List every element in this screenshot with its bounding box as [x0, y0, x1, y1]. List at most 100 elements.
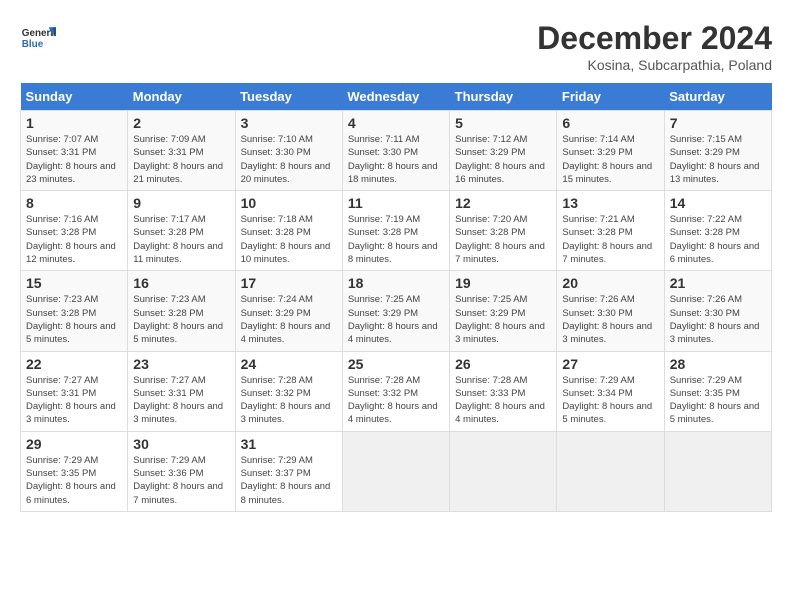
day-info: Sunrise: 7:25 AMSunset: 3:29 PMDaylight:…: [455, 293, 551, 346]
day-info: Sunrise: 7:12 AMSunset: 3:29 PMDaylight:…: [455, 133, 551, 186]
calendar-cell: 18 Sunrise: 7:25 AMSunset: 3:29 PMDayligh…: [342, 271, 449, 351]
day-number: 15: [26, 275, 122, 291]
day-number: 28: [670, 356, 766, 372]
header-row: SundayMondayTuesdayWednesdayThursdayFrid…: [21, 83, 772, 111]
calendar-week-1: 1 Sunrise: 7:07 AMSunset: 3:31 PMDaylight…: [21, 111, 772, 191]
calendar-cell: 25 Sunrise: 7:28 AMSunset: 3:32 PMDayligh…: [342, 351, 449, 431]
calendar-cell: [450, 431, 557, 511]
day-info: Sunrise: 7:09 AMSunset: 3:31 PMDaylight:…: [133, 133, 229, 186]
day-number: 27: [562, 356, 658, 372]
day-number: 22: [26, 356, 122, 372]
day-info: Sunrise: 7:28 AMSunset: 3:33 PMDaylight:…: [455, 374, 551, 427]
day-info: Sunrise: 7:14 AMSunset: 3:29 PMDaylight:…: [562, 133, 658, 186]
day-info: Sunrise: 7:29 AMSunset: 3:34 PMDaylight:…: [562, 374, 658, 427]
day-info: Sunrise: 7:26 AMSunset: 3:30 PMDaylight:…: [562, 293, 658, 346]
day-number: 10: [241, 195, 337, 211]
calendar-cell: 17 Sunrise: 7:24 AMSunset: 3:29 PMDayligh…: [235, 271, 342, 351]
header-day-monday: Monday: [128, 83, 235, 111]
calendar-cell: 16 Sunrise: 7:23 AMSunset: 3:28 PMDayligh…: [128, 271, 235, 351]
calendar-body: 1 Sunrise: 7:07 AMSunset: 3:31 PMDaylight…: [21, 111, 772, 512]
calendar-cell: 26Sunrise: 7:28 AMSunset: 3:33 PMDayligh…: [450, 351, 557, 431]
day-number: 8: [26, 195, 122, 211]
calendar-cell: 21Sunrise: 7:26 AMSunset: 3:30 PMDayligh…: [664, 271, 771, 351]
calendar-header: SundayMondayTuesdayWednesdayThursdayFrid…: [21, 83, 772, 111]
day-info: Sunrise: 7:19 AMSunset: 3:28 PMDaylight:…: [348, 213, 444, 266]
header-day-wednesday: Wednesday: [342, 83, 449, 111]
header-day-sunday: Sunday: [21, 83, 128, 111]
calendar-cell: 4 Sunrise: 7:11 AMSunset: 3:30 PMDaylight…: [342, 111, 449, 191]
calendar-cell: 3 Sunrise: 7:10 AMSunset: 3:30 PMDaylight…: [235, 111, 342, 191]
day-info: Sunrise: 7:11 AMSunset: 3:30 PMDaylight:…: [348, 133, 444, 186]
header-day-saturday: Saturday: [664, 83, 771, 111]
logo: General Blue: [20, 20, 56, 56]
month-title: December 2024: [537, 20, 772, 57]
calendar-week-2: 8 Sunrise: 7:16 AMSunset: 3:28 PMDaylight…: [21, 191, 772, 271]
calendar-cell: 30Sunrise: 7:29 AMSunset: 3:36 PMDayligh…: [128, 431, 235, 511]
calendar-table: SundayMondayTuesdayWednesdayThursdayFrid…: [20, 83, 772, 512]
page-header: General Blue December 2024 Kosina, Subca…: [20, 20, 772, 73]
calendar-cell: 6 Sunrise: 7:14 AMSunset: 3:29 PMDaylight…: [557, 111, 664, 191]
title-block: December 2024 Kosina, Subcarpathia, Pola…: [537, 20, 772, 73]
day-info: Sunrise: 7:16 AMSunset: 3:28 PMDaylight:…: [26, 213, 122, 266]
day-number: 2: [133, 115, 229, 131]
day-number: 3: [241, 115, 337, 131]
day-number: 31: [241, 436, 337, 452]
day-info: Sunrise: 7:24 AMSunset: 3:29 PMDaylight:…: [241, 293, 337, 346]
calendar-cell: 13 Sunrise: 7:21 AMSunset: 3:28 PMDayligh…: [557, 191, 664, 271]
day-number: 1: [26, 115, 122, 131]
day-number: 6: [562, 115, 658, 131]
day-info: Sunrise: 7:28 AMSunset: 3:32 PMDaylight:…: [241, 374, 337, 427]
calendar-cell: 7 Sunrise: 7:15 AMSunset: 3:29 PMDaylight…: [664, 111, 771, 191]
day-number: 13: [562, 195, 658, 211]
calendar-cell: 27 Sunrise: 7:29 AMSunset: 3:34 PMDayligh…: [557, 351, 664, 431]
day-number: 29: [26, 436, 122, 452]
day-number: 23: [133, 356, 229, 372]
day-number: 7: [670, 115, 766, 131]
day-info: Sunrise: 7:25 AMSunset: 3:29 PMDaylight:…: [348, 293, 444, 346]
day-info: Sunrise: 7:15 AMSunset: 3:29 PMDaylight:…: [670, 133, 766, 186]
day-number: 24: [241, 356, 337, 372]
day-number: 9: [133, 195, 229, 211]
day-info: Sunrise: 7:21 AMSunset: 3:28 PMDaylight:…: [562, 213, 658, 266]
day-number: 17: [241, 275, 337, 291]
day-info: Sunrise: 7:20 AMSunset: 3:28 PMDaylight:…: [455, 213, 551, 266]
calendar-cell: 11Sunrise: 7:19 AMSunset: 3:28 PMDayligh…: [342, 191, 449, 271]
day-info: Sunrise: 7:17 AMSunset: 3:28 PMDaylight:…: [133, 213, 229, 266]
day-info: Sunrise: 7:18 AMSunset: 3:28 PMDaylight:…: [241, 213, 337, 266]
day-number: 25: [348, 356, 444, 372]
day-info: Sunrise: 7:23 AMSunset: 3:28 PMDaylight:…: [26, 293, 122, 346]
logo-icon: General Blue: [20, 20, 56, 56]
day-info: Sunrise: 7:10 AMSunset: 3:30 PMDaylight:…: [241, 133, 337, 186]
calendar-cell: 15 Sunrise: 7:23 AMSunset: 3:28 PMDayligh…: [21, 271, 128, 351]
header-day-friday: Friday: [557, 83, 664, 111]
day-info: Sunrise: 7:22 AMSunset: 3:28 PMDaylight:…: [670, 213, 766, 266]
calendar-cell: 22 Sunrise: 7:27 AMSunset: 3:31 PMDayligh…: [21, 351, 128, 431]
calendar-cell: 19Sunrise: 7:25 AMSunset: 3:29 PMDayligh…: [450, 271, 557, 351]
day-number: 18: [348, 275, 444, 291]
day-info: Sunrise: 7:23 AMSunset: 3:28 PMDaylight:…: [133, 293, 229, 346]
calendar-week-5: 29 Sunrise: 7:29 AMSunset: 3:35 PMDayligh…: [21, 431, 772, 511]
day-info: Sunrise: 7:07 AMSunset: 3:31 PMDaylight:…: [26, 133, 122, 186]
day-info: Sunrise: 7:27 AMSunset: 3:31 PMDaylight:…: [26, 374, 122, 427]
day-number: 16: [133, 275, 229, 291]
calendar-cell: 23Sunrise: 7:27 AMSunset: 3:31 PMDayligh…: [128, 351, 235, 431]
calendar-cell: [664, 431, 771, 511]
day-info: Sunrise: 7:28 AMSunset: 3:32 PMDaylight:…: [348, 374, 444, 427]
calendar-cell: 24 Sunrise: 7:28 AMSunset: 3:32 PMDayligh…: [235, 351, 342, 431]
calendar-cell: 12Sunrise: 7:20 AMSunset: 3:28 PMDayligh…: [450, 191, 557, 271]
day-number: 4: [348, 115, 444, 131]
svg-text:Blue: Blue: [22, 39, 44, 50]
calendar-week-4: 22 Sunrise: 7:27 AMSunset: 3:31 PMDayligh…: [21, 351, 772, 431]
header-day-thursday: Thursday: [450, 83, 557, 111]
calendar-cell: 10 Sunrise: 7:18 AMSunset: 3:28 PMDayligh…: [235, 191, 342, 271]
location: Kosina, Subcarpathia, Poland: [537, 57, 772, 73]
day-info: Sunrise: 7:29 AMSunset: 3:35 PMDaylight:…: [26, 454, 122, 507]
day-info: Sunrise: 7:29 AMSunset: 3:35 PMDaylight:…: [670, 374, 766, 427]
day-number: 5: [455, 115, 551, 131]
calendar-cell: 14Sunrise: 7:22 AMSunset: 3:28 PMDayligh…: [664, 191, 771, 271]
calendar-cell: 2 Sunrise: 7:09 AMSunset: 3:31 PMDaylight…: [128, 111, 235, 191]
calendar-cell: 28 Sunrise: 7:29 AMSunset: 3:35 PMDayligh…: [664, 351, 771, 431]
day-info: Sunrise: 7:29 AMSunset: 3:36 PMDaylight:…: [133, 454, 229, 507]
calendar-cell: [557, 431, 664, 511]
day-info: Sunrise: 7:29 AMSunset: 3:37 PMDaylight:…: [241, 454, 337, 507]
